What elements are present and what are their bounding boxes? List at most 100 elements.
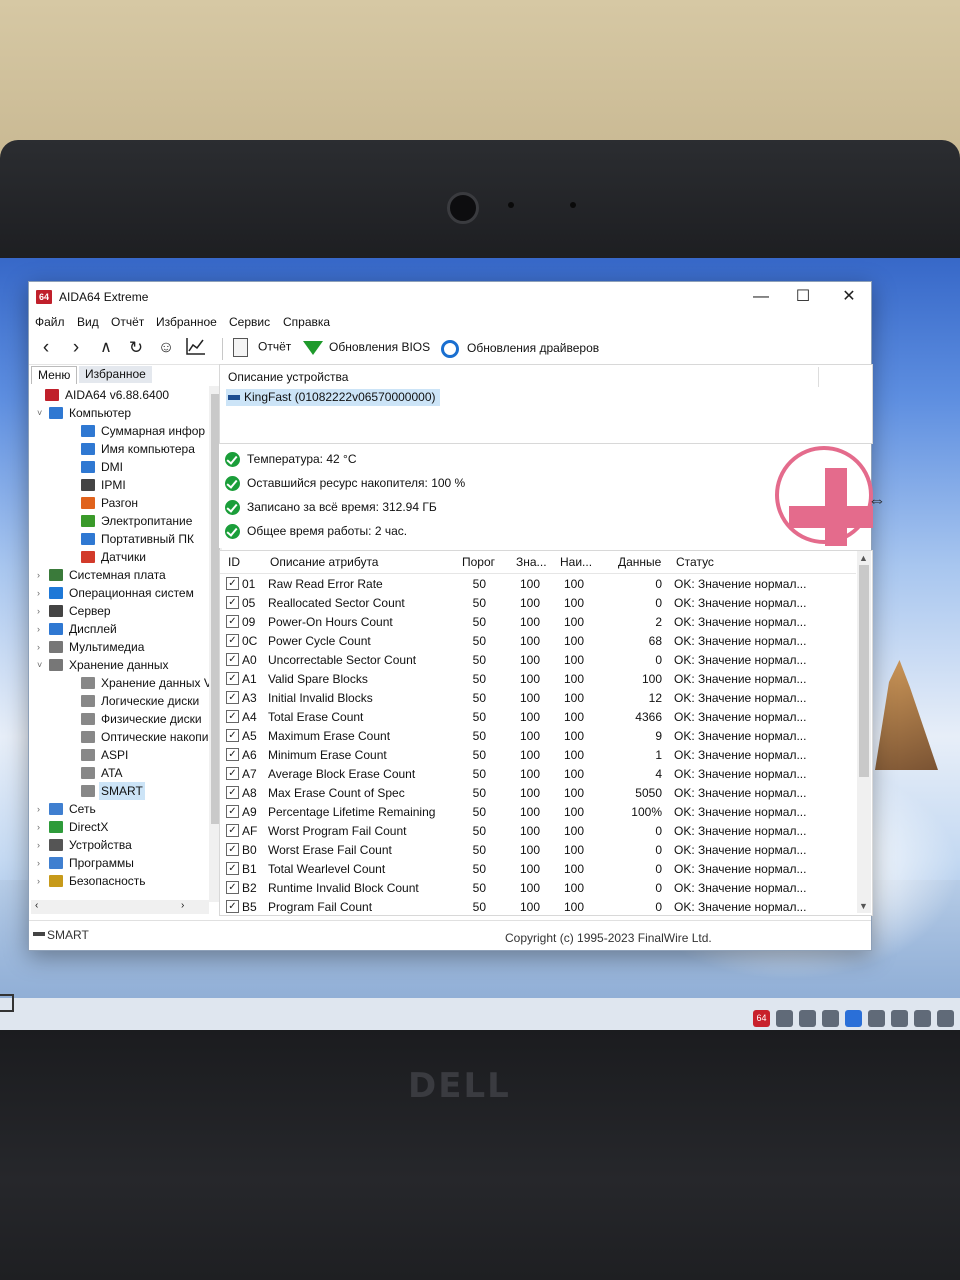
- menu-view[interactable]: Вид: [77, 315, 99, 329]
- table-row[interactable]: ✓ A7 Average Block Erase Count 50 100 100 4 OK:…: [220, 765, 856, 784]
- scroll-left-icon[interactable]: ‹: [35, 900, 38, 911]
- tab-favorites[interactable]: Избранное: [79, 366, 152, 383]
- row-checkbox[interactable]: ✓: [226, 653, 239, 666]
- menu-favorites[interactable]: Избранное: [156, 315, 217, 329]
- device-entry[interactable]: KingFast (01082222v06570000000): [226, 389, 441, 406]
- app-icon[interactable]: [891, 1009, 908, 1027]
- title-bar[interactable]: 64 AIDA64 Extreme — ☐ ✕: [29, 282, 871, 312]
- tree-item[interactable]: › Операционная систем: [31, 584, 209, 602]
- row-checkbox[interactable]: ✓: [226, 634, 239, 647]
- tree-item[interactable]: › Сервер: [31, 602, 209, 620]
- tree-item[interactable]: › Устройства: [31, 836, 209, 854]
- tree-item[interactable]: Хранение данных V: [31, 674, 209, 692]
- battery-icon[interactable]: [914, 1009, 931, 1027]
- tree-item[interactable]: › DirectX: [31, 818, 209, 836]
- bluetooth-icon[interactable]: [845, 1009, 862, 1027]
- table-row[interactable]: ✓ A5 Maximum Erase Count 50 100 100 9 OK: Значе…: [220, 727, 856, 746]
- expand-icon[interactable]: ›: [37, 872, 47, 890]
- tree-horizontal-scrollbar[interactable]: ‹ ›: [31, 900, 209, 914]
- row-checkbox[interactable]: ✓: [226, 767, 239, 780]
- tree-item[interactable]: Оптические накопи: [31, 728, 209, 746]
- report-button[interactable]: Отчёт: [233, 338, 291, 357]
- table-row[interactable]: ✓ A0 Uncorrectable Sector Count 50 100 100 0 OK…: [220, 651, 856, 670]
- row-checkbox[interactable]: ✓: [226, 577, 239, 590]
- tree-item[interactable]: Имя компьютера: [31, 440, 209, 458]
- tree-item[interactable]: ˅ Компьютер: [31, 404, 209, 422]
- tree-item[interactable]: › Мультимедиа: [31, 638, 209, 656]
- tree-item[interactable]: IPMI: [31, 476, 209, 494]
- table-row[interactable]: ✓ A1 Valid Spare Blocks 50 100 100 100 OK: Знач…: [220, 670, 856, 689]
- network-icon[interactable]: [799, 1009, 816, 1027]
- tree-item[interactable]: Логические диски: [31, 692, 209, 710]
- tree-item[interactable]: ASPI: [31, 746, 209, 764]
- tree-item[interactable]: › Программы: [31, 854, 209, 872]
- tree-item[interactable]: Суммарная инфор: [31, 422, 209, 440]
- aida64-tray-icon[interactable]: 64: [753, 1009, 770, 1027]
- table-row[interactable]: ✓ A9 Percentage Lifetime Remaining 50 100 100…: [220, 803, 856, 822]
- row-checkbox[interactable]: ✓: [226, 729, 239, 742]
- table-row[interactable]: ✓ A4 Total Erase Count 50 100 100 4366 OK: Знач…: [220, 708, 856, 727]
- col-id[interactable]: ID: [228, 555, 240, 569]
- expand-icon[interactable]: ›: [37, 854, 47, 872]
- table-row[interactable]: ✓ B0 Worst Erase Fail Count 50 100 100 0 OK: Зн…: [220, 841, 856, 860]
- expand-icon[interactable]: ›: [37, 836, 47, 854]
- tree-item[interactable]: SMART: [31, 782, 209, 800]
- expand-icon[interactable]: ›: [37, 800, 47, 818]
- col-threshold[interactable]: Порог: [462, 555, 495, 569]
- expand-icon[interactable]: ›: [37, 638, 47, 656]
- menu-file[interactable]: Файл: [35, 315, 65, 329]
- tab-menu[interactable]: Меню: [31, 366, 78, 384]
- row-checkbox[interactable]: ✓: [226, 615, 239, 628]
- table-row[interactable]: ✓ 0C Power Cycle Count 50 100 100 68 OK: Значен…: [220, 632, 856, 651]
- col-value[interactable]: Зна...: [516, 555, 547, 569]
- menu-report[interactable]: Отчёт: [111, 315, 144, 329]
- row-checkbox[interactable]: ✓: [226, 900, 239, 913]
- row-checkbox[interactable]: ✓: [226, 596, 239, 609]
- wifi-icon[interactable]: [937, 1009, 954, 1027]
- col-worst[interactable]: Наи...: [560, 555, 592, 569]
- table-row[interactable]: ✓ 05 Reallocated Sector Count 50 100 100 0 OK: …: [220, 594, 856, 613]
- tree-item[interactable]: Датчики: [31, 548, 209, 566]
- expand-icon[interactable]: ›: [37, 620, 47, 638]
- row-checkbox[interactable]: ✓: [226, 843, 239, 856]
- tree-item[interactable]: Физические диски: [31, 710, 209, 728]
- tree-item[interactable]: ATA: [31, 764, 209, 782]
- forward-icon[interactable]: ›: [65, 337, 87, 359]
- user-icon[interactable]: ☺: [155, 337, 177, 359]
- row-checkbox[interactable]: ✓: [226, 691, 239, 704]
- collapse-icon[interactable]: ˅: [37, 656, 47, 674]
- scroll-right-icon[interactable]: ›: [181, 900, 184, 911]
- row-checkbox[interactable]: ✓: [226, 672, 239, 685]
- col-data[interactable]: Данные: [618, 555, 661, 569]
- tree-item[interactable]: › Системная плата: [31, 566, 209, 584]
- tree-item[interactable]: Электропитание: [31, 512, 209, 530]
- row-checkbox[interactable]: ✓: [226, 862, 239, 875]
- bios-update-button[interactable]: Обновления BIOS: [303, 340, 430, 355]
- collapse-icon[interactable]: ˅: [37, 404, 47, 422]
- tree-item[interactable]: Разгон: [31, 494, 209, 512]
- scroll-up-icon[interactable]: ▲: [859, 553, 868, 563]
- expand-icon[interactable]: ›: [37, 584, 47, 602]
- row-checkbox[interactable]: ✓: [226, 824, 239, 837]
- maximize-button[interactable]: ☐: [781, 284, 825, 310]
- table-scroll-thumb[interactable]: [859, 565, 869, 777]
- close-button[interactable]: ✕: [827, 284, 871, 310]
- expand-icon[interactable]: ›: [37, 818, 47, 836]
- refresh-icon[interactable]: ↻: [125, 337, 147, 359]
- menu-service[interactable]: Сервис: [229, 315, 270, 329]
- tree-item[interactable]: › Дисплей: [31, 620, 209, 638]
- expand-icon[interactable]: ›: [37, 566, 47, 584]
- chart-icon[interactable]: [185, 337, 207, 359]
- minimize-button[interactable]: —: [739, 284, 783, 310]
- scroll-down-icon[interactable]: ▼: [859, 901, 868, 911]
- up-icon[interactable]: ∧: [95, 337, 117, 359]
- table-row[interactable]: ✓ 01 Raw Read Error Rate 50 100 100 0 OK: Значе…: [220, 575, 856, 594]
- table-row[interactable]: ✓ B2 Runtime Invalid Block Count 50 100 100 0 O…: [220, 879, 856, 898]
- menu-help[interactable]: Справка: [283, 315, 330, 329]
- expand-icon[interactable]: ›: [37, 602, 47, 620]
- col-description[interactable]: Описание атрибута: [270, 555, 378, 569]
- tree-item[interactable]: › Сеть: [31, 800, 209, 818]
- table-row[interactable]: ✓ AF Worst Program Fail Count 50 100 100 0 OK: …: [220, 822, 856, 841]
- row-checkbox[interactable]: ✓: [226, 881, 239, 894]
- tree-item[interactable]: Портативный ПК: [31, 530, 209, 548]
